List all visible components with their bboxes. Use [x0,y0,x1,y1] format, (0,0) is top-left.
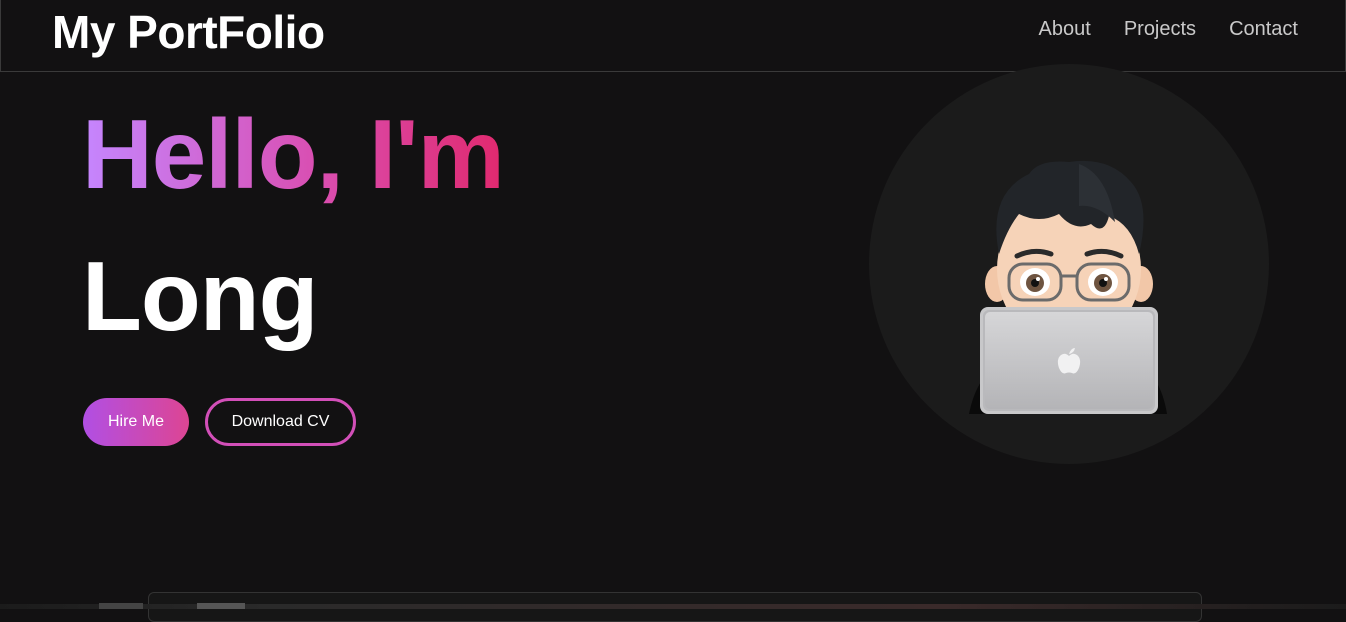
hero-greeting: Hello, I'm [82,99,505,209]
nav-link-projects[interactable]: Projects [1124,18,1196,41]
navbar: My PortFolio About Projects Contact [0,0,1346,72]
brand-logo[interactable]: My PortFolio [52,5,325,59]
bottom-strip-marker [99,603,143,609]
hire-me-button[interactable]: Hire Me [83,398,189,446]
memoji-with-laptop-icon [969,160,1167,414]
download-cv-button[interactable]: Download CV [205,398,356,446]
nav-links: About Projects Contact [1039,18,1298,41]
nav-link-contact[interactable]: Contact [1229,18,1298,41]
avatar-circle [869,64,1269,464]
hero-name: Long [82,241,318,351]
nav-link-about[interactable]: About [1039,18,1091,41]
bottom-strip-marker [197,603,245,609]
